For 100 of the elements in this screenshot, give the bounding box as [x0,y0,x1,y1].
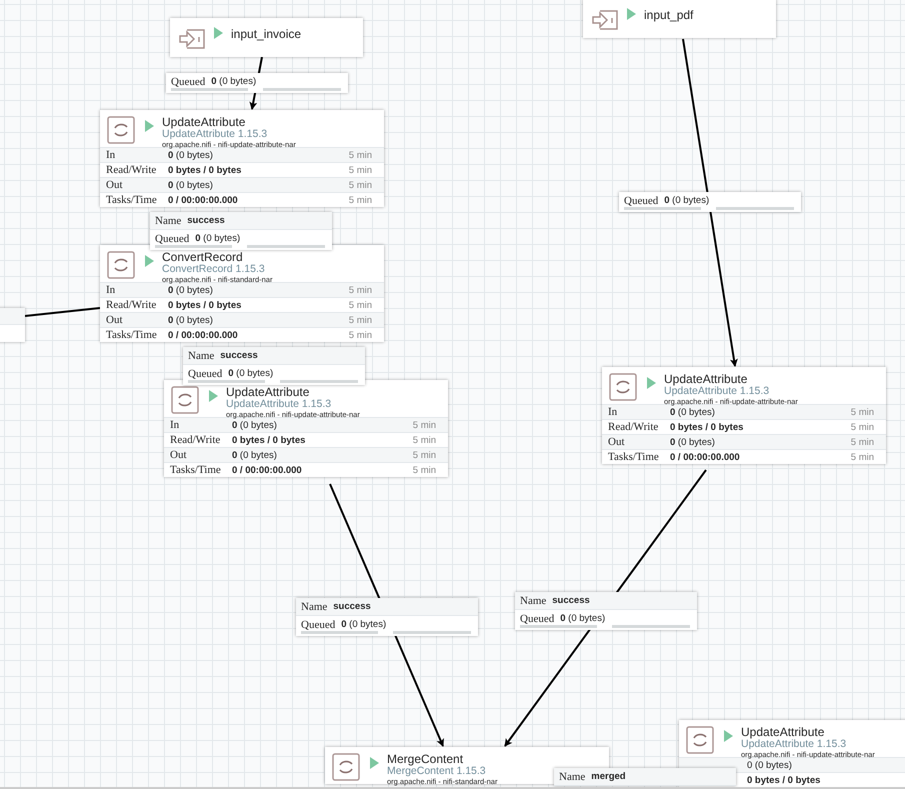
connection-label[interactable]: Name success Queued 0 (0 bytes) [515,592,697,630]
input-port-icon [591,8,619,30]
stat-value: 0 / 00:00:00.000 [670,452,741,462]
stat-label: Read/Write [170,434,220,446]
stat-window: 5 min [348,180,372,190]
stat-window: 5 min [412,434,436,446]
input-port[interactable]: input_invoice [170,18,363,57]
stat-label: Read/Write [106,164,156,176]
stat-value: 0 (0 bytes) [168,180,214,190]
port-name: input_invoice [231,27,302,41]
stat-value: 0 / 00:00:00.000 [168,330,239,340]
processor-icon [332,753,360,781]
stat-label: In [106,284,116,296]
stat-value: 0 (0 bytes) [232,420,278,430]
stat-value: 0 bytes / 0 bytes [747,774,822,786]
stat-window: 5 min [348,314,372,326]
processor-name: UpdateAttribute [226,386,310,399]
connection-field-value: 0 (0 bytes) [195,233,240,244]
connection-field-value: success [187,215,225,226]
stat-window: 5 min [412,420,436,430]
stat-window: 5 min [850,406,874,418]
processor-icon [686,726,714,754]
processor-type: MergeContent 1.15.3 [387,766,487,777]
input-port-icon [178,28,206,50]
stat-label: Tasks/Time [170,464,221,476]
connection-field-label: Name [520,594,546,606]
processor-name: UpdateAttribute [664,373,748,386]
stat-value: 0 (0 bytes) [168,150,214,160]
connection-field-value: success [333,601,371,612]
processor-name: MergeContent [387,753,464,766]
stat-label: In [106,149,116,161]
connection-field-label: Queued [301,618,336,630]
processor-type: UpdateAttribute 1.15.3 [226,398,332,410]
stat-window: 5 min [348,330,372,340]
connection-field-label: Name [559,770,586,782]
stat-value: 0 (0 bytes) [232,450,278,460]
stat-window: 5 min [412,464,436,476]
connection-field-label: Queued [171,76,206,88]
stat-value: 0 (0 bytes) [168,314,214,326]
stat-value: 0 / 00:00:00.000 [232,464,303,476]
connection-label[interactable]: Name success Queued 0 (0 bytes) [183,347,365,385]
stat-label: Out [608,436,624,448]
processor-icon [107,116,135,144]
stat-label: Tasks/Time [106,329,157,341]
stat-window: 5 min [348,150,372,160]
connection-field-value: 0 (0 bytes) [664,195,710,206]
connection-field-value: 0 (0 bytes) [211,76,256,87]
stat-value: 0 bytes / 0 bytes [168,164,242,176]
connection-field-value: 0 (0 bytes) [228,368,274,379]
connection-label[interactable]: Name success Queued 0 (0 bytes) [296,598,478,636]
stat-value: 0 / 00:00:00.000 [168,194,239,206]
processor-name: ConvertRecord [162,251,244,264]
stat-value: 0 (0 bytes) [747,760,793,770]
stat-value: 0 (0 bytes) [670,406,716,418]
stat-label: Out [170,449,186,461]
processor-icon [171,386,199,414]
stat-label: Out [106,179,122,191]
input-port[interactable]: input_pdf [583,0,776,38]
stat-label: In [608,406,618,418]
connection-field-value: 0 (0 bytes) [341,619,386,630]
processor-type: UpdateAttribute 1.15.3 [162,128,268,140]
connection-field-label: Name [301,600,328,612]
connection-field-label: Name [188,350,214,362]
connection-field-label: Queued [624,194,658,206]
stat-window: 5 min [850,452,874,462]
processor-type: UpdateAttribute 1.15.3 [741,738,848,750]
stat-window: 5 min [348,284,372,296]
connection-field-label: Queued [155,232,190,244]
stat-window: 5 min [348,300,372,310]
processor-type: UpdateAttribute 1.15.3 [664,386,770,397]
stat-label: Read/Write [106,299,156,311]
stat-value: 0 (0 bytes) [168,284,214,296]
stat-label: Tasks/Time [106,194,157,206]
connection-field-value: success [220,350,258,361]
stat-label: Tasks/Time [608,451,659,463]
connection-arrow[interactable] [682,38,738,367]
stat-value: 0 bytes / 0 bytes [168,300,242,310]
stat-label: In [170,419,180,431]
connection-label[interactable]: Queued 0 (0 bytes) [166,73,348,93]
processor-icon [609,373,637,401]
connection-label[interactable]: Name success Queued 0 (0 bytes) [150,212,332,250]
stat-window: 5 min [348,194,372,206]
stat-window: 5 min [850,422,874,432]
connection-field-value: 0 (0 bytes) [560,613,606,624]
connection-label[interactable]: Name merged [554,768,736,786]
processor-icon [107,251,135,279]
stat-window: 5 min [348,164,372,176]
stat-label: Read/Write [608,421,658,433]
connection-label[interactable]: Queued 0 (0 bytes) [619,192,801,212]
connection-field-label: Queued [188,368,222,380]
connection-field-label: Queued [520,612,554,624]
processor-name: UpdateAttribute [162,116,246,129]
processor-type: ConvertRecord 1.15.3 [162,264,266,275]
stat-label: Out [106,314,122,326]
connection-field-value: success [552,595,590,606]
processor-name: UpdateAttribute [741,726,826,739]
stat-window: 5 min [850,436,874,448]
stat-value: 0 bytes / 0 bytes [670,422,744,432]
stat-window: 5 min [412,450,436,460]
port-name: input_pdf [644,8,694,22]
